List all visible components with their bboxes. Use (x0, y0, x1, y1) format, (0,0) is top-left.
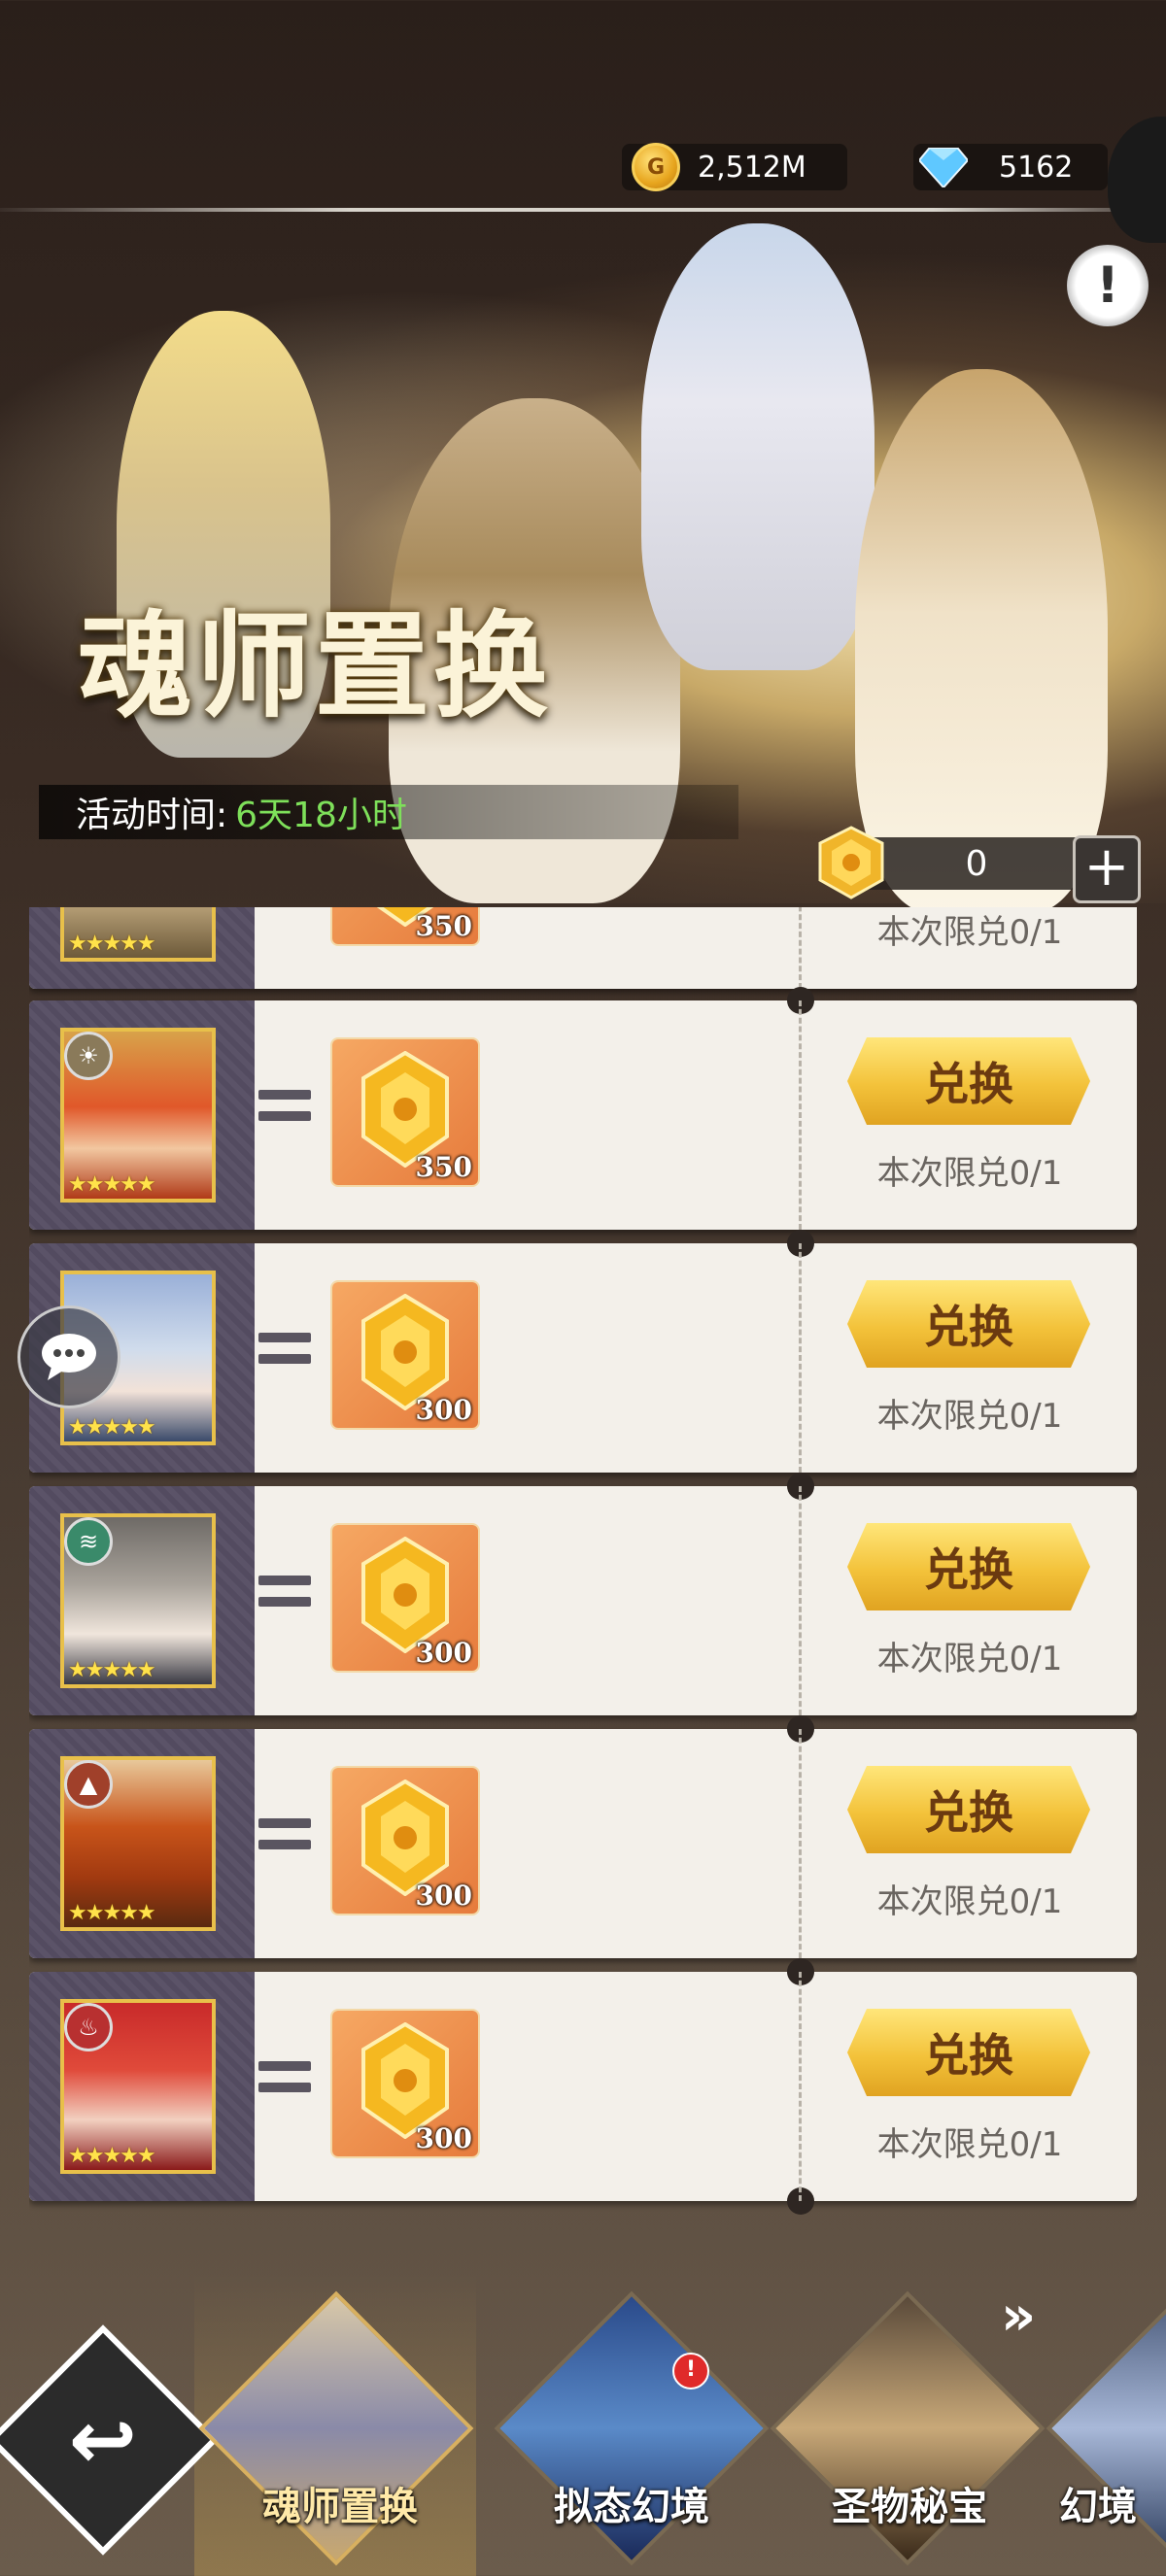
gold-counter[interactable]: G 2,512M (622, 143, 847, 191)
event-time-value: 6天18小时 (235, 796, 407, 835)
exchange-row: ≋ ★★★★★ 300 兑换 本次限兑0/1 (29, 1473, 1137, 1715)
event-time-label: 活动时间: (76, 796, 228, 835)
diamond-icon (919, 148, 968, 187)
add-token-button[interactable]: + (1073, 835, 1141, 903)
exchange-cost-item[interactable]: 300 (332, 1768, 478, 1914)
exchange-cost-item[interactable]: 350 (332, 1039, 478, 1185)
exchange-token-icon (818, 826, 884, 899)
row-character-panel: ▲ ★★★★★ (29, 1729, 255, 1958)
exchange-limit: 本次限兑0/1 (876, 1154, 1063, 1193)
character-art-4 (855, 369, 1108, 913)
row-divider (799, 1972, 802, 2201)
gold-coin-icon: G (632, 143, 680, 191)
star-rating: ★★★★★ (68, 1901, 156, 1925)
equals-icon (258, 1090, 311, 1129)
light-element-icon: ☀ (64, 1032, 113, 1080)
exchange-row: ♨ ★★★★★ 300 兑换 本次限兑0/1 (29, 1958, 1137, 2215)
exchange-button[interactable]: 兑换 (847, 1523, 1090, 1610)
exchange-button[interactable]: 兑换 (847, 1280, 1090, 1368)
crystal-icon (361, 2022, 449, 2139)
row-character-panel: ≋ ★★★★★ (29, 1486, 255, 1715)
exchange-limit: 本次限兑0/1 (876, 913, 1063, 952)
qq-penguin-icon[interactable] (1108, 117, 1166, 243)
row-character-panel: ★★★★★ (29, 907, 255, 989)
notification-badge: ! (672, 2353, 709, 2390)
header-divider (0, 208, 1166, 212)
exchange-limit: 本次限兑0/1 (876, 1640, 1063, 1678)
character-art-3 (641, 223, 874, 670)
chat-bubble-button[interactable] (17, 1305, 120, 1408)
star-rating: ★★★★★ (68, 1415, 156, 1440)
tab-label: 幻境 (1059, 2484, 1137, 2529)
earth-element-icon: ▲ (64, 1760, 113, 1809)
row-divider (799, 907, 802, 989)
crystal-icon (361, 1051, 449, 1168)
crystal-icon (361, 1294, 449, 1410)
token-count: 0 (965, 843, 988, 884)
star-rating: ★★★★★ (68, 1658, 156, 1682)
cost-amount: 350 (415, 1151, 472, 1183)
exchange-cost-item[interactable]: 350 (332, 907, 478, 944)
wind-element-icon: ≋ (64, 1517, 113, 1566)
equals-icon (258, 2061, 311, 2100)
exchange-button[interactable]: 兑换 (847, 2009, 1090, 2096)
tab-label: 圣物秘宝 (832, 2484, 987, 2529)
row-divider (799, 1243, 802, 1473)
star-rating: ★★★★★ (68, 1172, 156, 1197)
equals-icon (258, 1818, 311, 1857)
equals-icon (258, 1576, 311, 1614)
exchange-row: ★★★★★ 300 兑换 本次限兑0/1 (29, 1230, 1137, 1473)
cost-amount: 300 (415, 1637, 472, 1669)
exchange-limit: 本次限兑0/1 (876, 2125, 1063, 2164)
row-divider (799, 1486, 802, 1715)
exchange-button[interactable]: 兑换 (847, 1037, 1090, 1125)
diamond-value: 5162 (999, 150, 1074, 185)
star-rating: ★★★★★ (68, 932, 156, 956)
exchange-cost-item[interactable]: 300 (332, 2011, 478, 2156)
cost-amount: 300 (415, 1880, 472, 1912)
info-icon[interactable]: ! (1067, 245, 1149, 326)
character-portrait[interactable]: ★★★★★ (60, 907, 216, 962)
character-portrait[interactable]: ♨ ★★★★★ (60, 1999, 216, 2174)
back-arrow-icon: ↩ (68, 2392, 138, 2488)
event-title: 魂师置换 (78, 598, 553, 733)
crystal-icon (361, 1779, 449, 1896)
exchange-cost-item[interactable]: 300 (332, 1282, 478, 1428)
star-rating: ★★★★★ (68, 2144, 156, 2168)
chat-icon (42, 1334, 96, 1380)
character-portrait[interactable]: ▲ ★★★★★ (60, 1756, 216, 1931)
exchange-limit: 本次限兑0/1 (876, 1397, 1063, 1436)
event-time-bar: 活动时间: 6天18小时 (39, 785, 738, 839)
exchange-cost-item[interactable]: 300 (332, 1525, 478, 1671)
cost-amount: 350 (415, 910, 472, 942)
cost-amount: 300 (415, 1394, 472, 1426)
next-arrow-icon[interactable]: » (1001, 2285, 1059, 2348)
tab-label: 拟态幻境 (554, 2484, 709, 2529)
equals-icon (258, 1333, 311, 1372)
character-portrait[interactable]: ☀ ★★★★★ (60, 1028, 216, 1203)
crystal-icon (361, 1537, 449, 1653)
row-character-panel: ☀ ★★★★★ (29, 1000, 255, 1230)
exchange-row: ★★★★★ 350 兑换 本次限兑0/1 (29, 907, 1137, 989)
row-divider (799, 1000, 802, 1230)
row-character-panel: ♨ ★★★★★ (29, 1972, 255, 2201)
fire-element-icon: ♨ (64, 2003, 113, 2051)
character-portrait[interactable]: ≋ ★★★★★ (60, 1513, 216, 1688)
exchange-list[interactable]: ★★★★★ 350 兑换 本次限兑0/1 ☀ ★★★★★ 350 兑换 本次限兑… (29, 907, 1137, 2277)
cost-amount: 300 (415, 2122, 472, 2154)
gold-value: 2,512M (698, 150, 806, 185)
row-divider (799, 1729, 802, 1958)
exchange-row: ▲ ★★★★★ 300 兑换 本次限兑0/1 (29, 1715, 1137, 1958)
tab-label: 魂师置换 (262, 2484, 418, 2529)
diamond-counter[interactable]: 5162 (913, 144, 1108, 190)
exchange-limit: 本次限兑0/1 (876, 1882, 1063, 1921)
exchange-button[interactable]: 兑换 (847, 1766, 1090, 1853)
exchange-row: ☀ ★★★★★ 350 兑换 本次限兑0/1 (29, 987, 1137, 1230)
